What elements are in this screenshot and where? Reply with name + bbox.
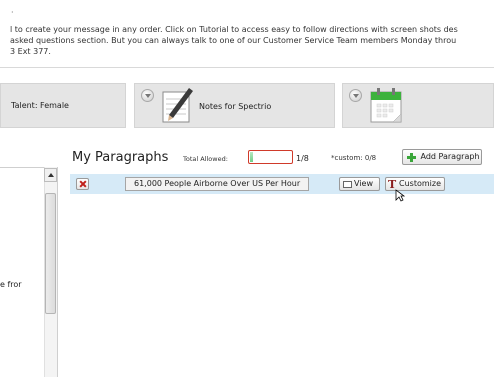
document-icon [343, 181, 352, 188]
paragraph-title-field[interactable]: 61,000 People Airborne Over US Per Hour [125, 177, 309, 191]
paragraph-count: 1/8 [296, 154, 309, 163]
intro-line-3: 3 Ext 377. [10, 47, 51, 56]
notepad-pencil-icon [162, 88, 193, 123]
delete-icon[interactable] [76, 178, 89, 190]
paragraphs-title: My Paragraphs [72, 150, 169, 165]
intro-line-1: l to create your message in any order. C… [10, 25, 458, 34]
custom-count: *custom: 0/8 [331, 154, 377, 162]
scrollbar-thumb[interactable] [45, 193, 56, 314]
usage-meter [248, 150, 293, 164]
intro-text: l to create your message in any order. C… [10, 24, 494, 57]
usage-meter-fill [250, 152, 254, 162]
left-pane-text: e fror [0, 280, 22, 289]
add-paragraph-label: Add Paragraph [420, 152, 480, 161]
intro-line-2: asked questions section. But you can alw… [10, 36, 457, 45]
calendar-card[interactable] [342, 83, 494, 128]
notes-label: Notes for Spectrio [199, 102, 272, 111]
total-allowed-label: Total Allowed: [183, 155, 228, 163]
intro-bullet: · [11, 8, 14, 17]
notes-card[interactable]: Notes for Spectrio [134, 83, 335, 128]
plus-icon [407, 153, 416, 162]
view-button[interactable]: View [339, 177, 380, 191]
expand-toggle-icon[interactable] [141, 89, 154, 102]
view-label: View [354, 179, 373, 188]
calendar-icon [370, 88, 402, 123]
scroll-up-arrow-icon[interactable] [44, 168, 57, 182]
customize-button[interactable]: T Customize [385, 177, 445, 191]
divider [0, 67, 494, 68]
talent-card[interactable]: Talent: Female [0, 83, 126, 128]
customize-label: Customize [399, 179, 441, 188]
add-paragraph-button[interactable]: Add Paragraph [402, 149, 482, 165]
mouse-cursor-icon [395, 189, 405, 202]
expand-toggle-icon[interactable] [349, 89, 362, 102]
talent-label: Talent: Female [11, 101, 69, 110]
